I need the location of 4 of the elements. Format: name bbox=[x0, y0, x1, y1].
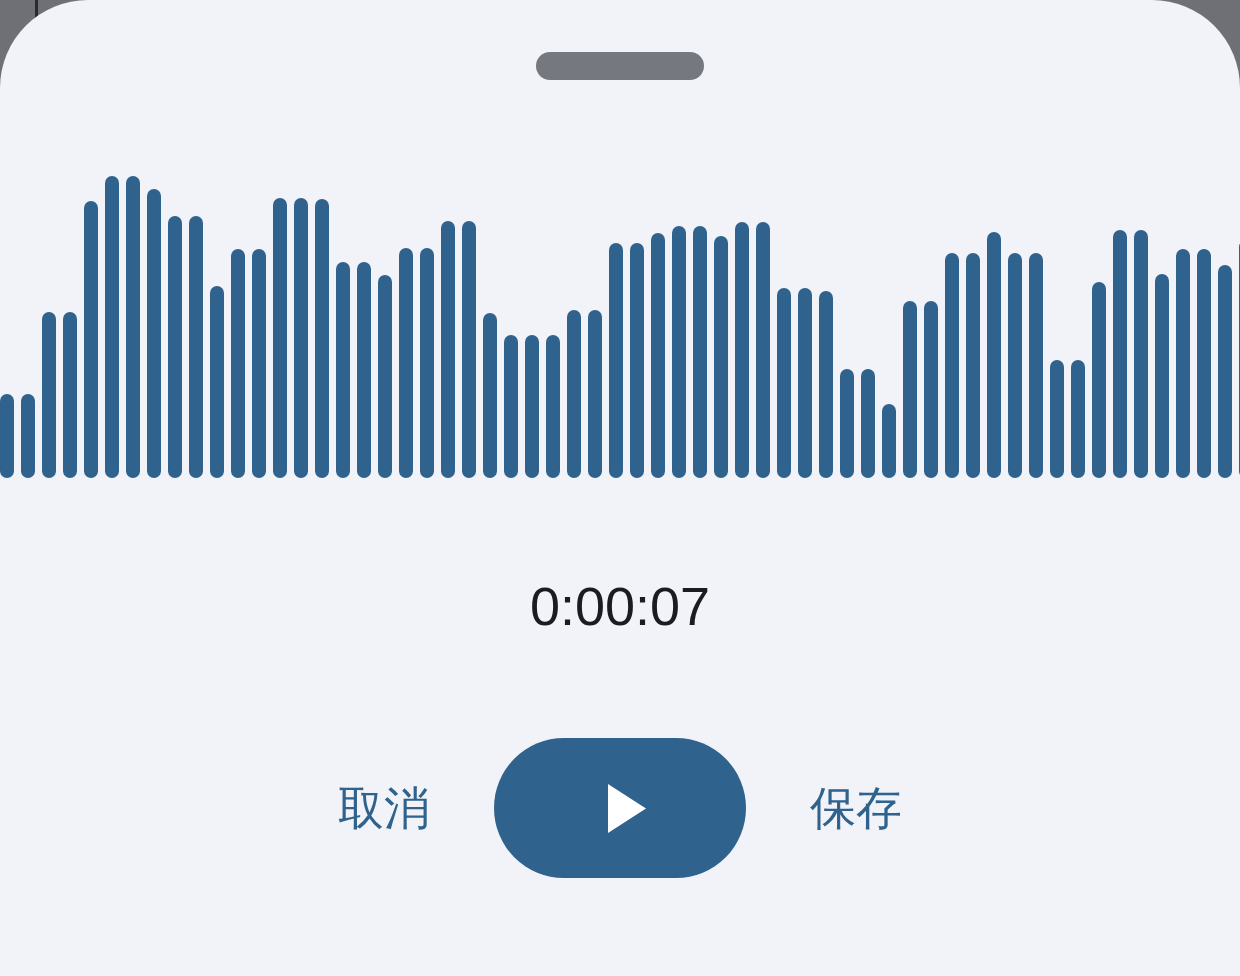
drag-handle[interactable] bbox=[536, 52, 704, 80]
elapsed-time: 0:00:07 bbox=[529, 575, 711, 638]
save-button[interactable]: 保存 bbox=[810, 780, 902, 836]
cancel-button[interactable]: 取消 bbox=[338, 780, 430, 836]
